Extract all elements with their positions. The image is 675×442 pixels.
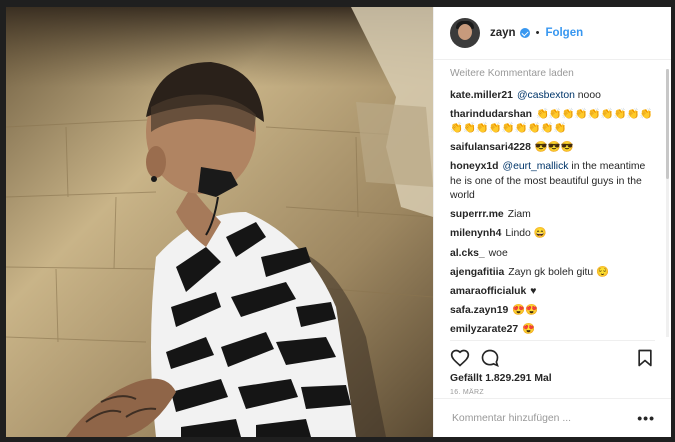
- comment-row: ajengafitiia Zayn gk boleh gitu 😌: [450, 266, 655, 281]
- comment-text: woe: [488, 247, 508, 259]
- comment-username[interactable]: al.cks_: [450, 248, 485, 259]
- comment-input[interactable]: [450, 411, 638, 425]
- post-image: [6, 7, 433, 437]
- post-sidebar: zayn • Folgen Weitere Kommentare laden k…: [433, 7, 671, 437]
- comments-list[interactable]: Weitere Kommentare laden kate.miller21 @c…: [450, 67, 655, 337]
- comment-row: honeyx1d @eurt_mallick in the meantime he…: [450, 160, 655, 204]
- comment-text: ♥: [530, 285, 537, 297]
- comment-row: tharindudarshan 👏👏👏👏👏👏👏👏👏👏👏👏👏👏👏👏👏👏: [450, 108, 655, 137]
- comment-username[interactable]: milenynh4: [450, 228, 501, 239]
- comment-mention[interactable]: @eurt_mallick: [503, 161, 569, 172]
- username[interactable]: zayn: [490, 27, 516, 39]
- post-photo[interactable]: [6, 7, 433, 437]
- comment-row: amaraofficialuk ♥: [450, 285, 655, 300]
- comment-text: Lindo 😄: [505, 228, 547, 240]
- comment-text: 😍😍: [512, 304, 539, 316]
- post-header: zayn • Folgen: [434, 7, 671, 60]
- comment-row: al.cks_ woe: [450, 247, 655, 262]
- action-icons-row: [450, 347, 655, 369]
- post-modal: zayn • Folgen Weitere Kommentare laden k…: [6, 7, 671, 437]
- post-actions: Gefällt 1.829.291 Mal 16. März: [450, 340, 655, 396]
- comment-username[interactable]: superrr.me: [450, 209, 504, 220]
- comment-mention[interactable]: @casbexton: [517, 90, 575, 101]
- comment-row: superrr.me Ziam: [450, 208, 655, 223]
- comment-row: saifulansari4228 😎😎😎: [450, 141, 655, 156]
- comment-username[interactable]: ajengafitiia: [450, 267, 504, 278]
- comment-username[interactable]: emilyzarate27: [450, 324, 518, 335]
- follow-button[interactable]: Folgen: [545, 27, 583, 39]
- avatar-face: [458, 24, 472, 40]
- load-more-comments-button[interactable]: Weitere Kommentare laden: [450, 67, 655, 82]
- bookmark-icon[interactable]: [635, 348, 655, 368]
- separator-dot: •: [535, 27, 540, 39]
- comment-username[interactable]: tharindudarshan: [450, 109, 532, 120]
- comment-row: kate.miller21 @casbexton nooo: [450, 89, 655, 104]
- comment-text: nooo: [577, 89, 601, 101]
- comment-username[interactable]: safa.zayn19: [450, 305, 508, 316]
- comment-text: Zayn gk boleh gitu 😌: [508, 266, 610, 278]
- comment-text: 😎😎😎: [534, 142, 574, 154]
- comment-username[interactable]: kate.miller21: [450, 90, 513, 101]
- avatar[interactable]: [450, 18, 480, 48]
- comments-scrollbar[interactable]: [666, 69, 669, 337]
- comment-username[interactable]: saifulansari4228: [450, 142, 531, 153]
- comment-username[interactable]: honeyx1d: [450, 161, 499, 172]
- add-comment-bar: •••: [434, 398, 671, 437]
- likes-count[interactable]: Gefällt 1.829.291 Mal: [450, 373, 655, 384]
- verified-badge-icon: [519, 28, 530, 38]
- comment-icon[interactable]: [480, 348, 500, 368]
- comment-text: Ziam: [507, 209, 531, 221]
- scrollbar-thumb[interactable]: [666, 69, 669, 179]
- comment-text: 😍: [522, 323, 536, 335]
- comment-row: emilyzarate27 😍: [450, 323, 655, 337]
- post-date: 16. März: [450, 389, 484, 396]
- more-options-button[interactable]: •••: [637, 410, 655, 426]
- heart-icon[interactable]: [450, 348, 470, 368]
- comment-username[interactable]: amaraofficialuk: [450, 286, 526, 297]
- comment-row: milenynh4 Lindo 😄: [450, 227, 655, 242]
- comment-row: safa.zayn19 😍😍: [450, 304, 655, 319]
